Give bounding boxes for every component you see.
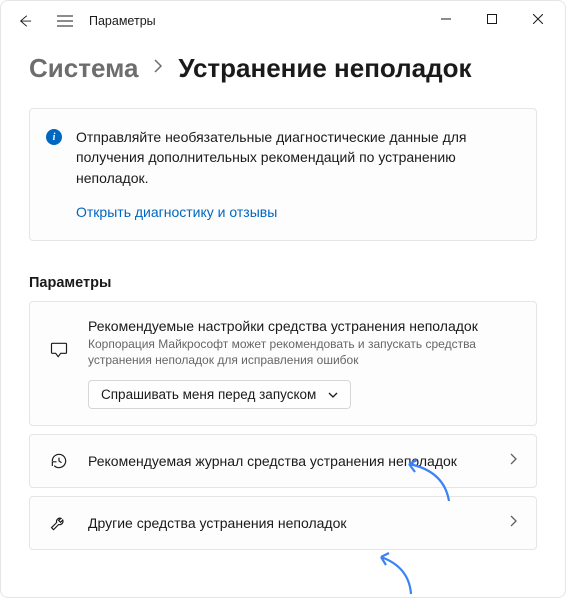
chevron-right-icon — [509, 452, 518, 471]
chevron-down-icon — [328, 387, 338, 402]
history-title: Рекомендуемая журнал средства устранения… — [88, 453, 491, 469]
open-diagnostics-link[interactable]: Открыть диагностику и отзывы — [76, 204, 277, 220]
window-controls — [423, 7, 561, 35]
back-button[interactable] — [5, 1, 45, 41]
menu-button[interactable] — [45, 1, 85, 41]
close-button[interactable] — [515, 3, 561, 35]
breadcrumb-parent[interactable]: Система — [29, 53, 138, 84]
info-text: Отправляйте необязательные диагностическ… — [76, 127, 516, 188]
chevron-right-icon — [509, 514, 518, 533]
recommended-title: Рекомендуемые настройки средства устране… — [88, 318, 518, 334]
chevron-right-icon — [152, 58, 164, 79]
section-heading: Параметры — [29, 275, 537, 291]
recommended-settings-card: Рекомендуемые настройки средства устране… — [29, 301, 537, 426]
chat-icon — [48, 340, 70, 360]
troubleshoot-history-card[interactable]: Рекомендуемая журнал средства устранения… — [29, 434, 537, 488]
info-icon: i — [46, 129, 62, 145]
troubleshooter-preference-dropdown[interactable]: Спрашивать меня перед запуском — [88, 380, 351, 409]
info-banner: i Отправляйте необязательные диагностиче… — [29, 108, 537, 241]
history-icon — [48, 451, 70, 471]
titlebar: Параметры — [1, 1, 565, 41]
breadcrumb: Система Устранение неполадок — [29, 53, 537, 84]
other-troubleshooters-card[interactable]: Другие средства устранения неполадок — [29, 496, 537, 550]
maximize-button[interactable] — [469, 3, 515, 35]
window-title: Параметры — [89, 14, 156, 28]
recommended-desc: Корпорация Майкрософт может рекомендоват… — [88, 336, 518, 368]
breadcrumb-current: Устранение неполадок — [178, 53, 471, 84]
dropdown-value: Спрашивать меня перед запуском — [101, 387, 316, 402]
content: Система Устранение неполадок i Отправляй… — [1, 41, 565, 578]
other-title: Другие средства устранения неполадок — [88, 515, 491, 531]
minimize-button[interactable] — [423, 3, 469, 35]
wrench-icon — [48, 513, 70, 533]
